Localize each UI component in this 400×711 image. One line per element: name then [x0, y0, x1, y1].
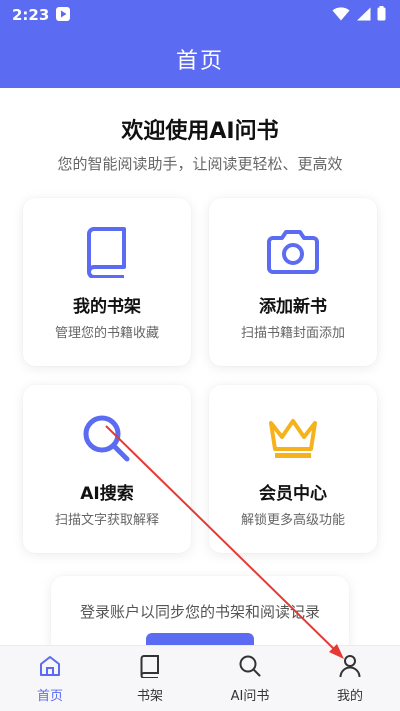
nav-item-ai-ask[interactable]: AI问书	[200, 646, 300, 711]
battery-icon	[377, 5, 386, 25]
bottom-nav: 首页 书架 AI问书 我的	[0, 645, 400, 711]
book-icon	[138, 654, 162, 682]
nav-item-profile[interactable]: 我的	[300, 646, 400, 711]
camera-icon	[209, 224, 377, 280]
card-desc: 管理您的书籍收藏	[54, 326, 159, 341]
welcome-subtitle: 您的智能阅读助手，让阅读更轻松、更高效	[57, 155, 343, 173]
card-ai-search[interactable]: AI搜索 扫描文字获取解释	[23, 385, 191, 553]
crown-icon	[209, 411, 377, 467]
nav-label: 首页	[36, 689, 63, 704]
signal-icon	[356, 6, 371, 25]
card-desc: 解锁更多高级功能	[240, 513, 345, 528]
wifi-icon	[332, 6, 350, 25]
book-icon	[23, 224, 191, 280]
card-title: 添加新书	[259, 297, 327, 317]
card-member-center[interactable]: 会员中心 解锁更多高级功能	[209, 385, 377, 553]
nav-item-home[interactable]: 首页	[0, 646, 100, 711]
card-desc: 扫描书籍封面添加	[240, 326, 345, 341]
user-icon	[338, 654, 362, 682]
home-icon	[38, 654, 62, 682]
card-desc: 扫描文字获取解释	[54, 513, 159, 528]
login-panel: 登录账户以同步您的书架和阅读记录	[51, 576, 349, 663]
card-title: 我的书架	[73, 297, 141, 317]
page-title: 首页	[175, 49, 224, 74]
play-icon	[56, 6, 71, 25]
welcome-title: 欢迎使用AI问书	[121, 119, 279, 144]
card-title: 会员中心	[259, 484, 327, 504]
status-time: 2:23	[12, 6, 50, 24]
nav-label: AI问书	[230, 689, 270, 704]
card-my-bookshelf[interactable]: 我的书架 管理您的书籍收藏	[23, 198, 191, 366]
status-bar: 2:23	[0, 0, 400, 30]
card-add-book[interactable]: 添加新书 扫描书籍封面添加	[209, 198, 377, 366]
nav-label: 我的	[336, 689, 363, 704]
search-icon	[238, 654, 262, 682]
login-prompt: 登录账户以同步您的书架和阅读记录	[79, 603, 320, 621]
app-header: 首页	[0, 30, 400, 88]
nav-label: 书架	[136, 689, 163, 704]
nav-item-bookshelf[interactable]: 书架	[100, 646, 200, 711]
search-icon	[23, 411, 191, 467]
card-title: AI搜索	[80, 484, 134, 504]
